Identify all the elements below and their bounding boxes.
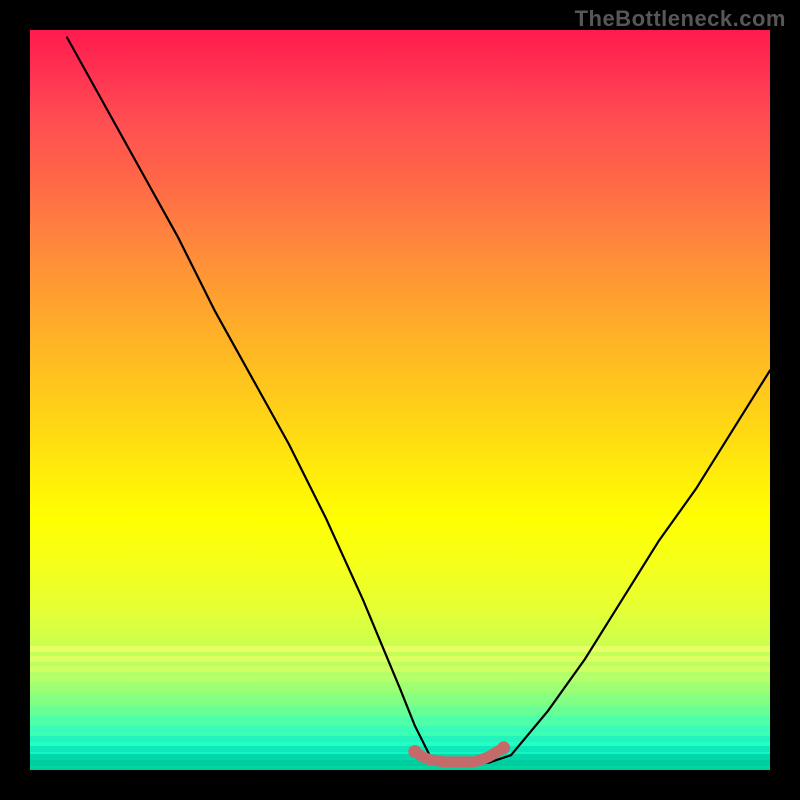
watermark-text: TheBottleneck.com bbox=[575, 6, 786, 32]
optimal-band-path bbox=[415, 748, 504, 762]
plot-area bbox=[30, 30, 770, 770]
bottleneck-curve-path bbox=[67, 37, 770, 762]
curve-svg bbox=[30, 30, 770, 770]
optimal-band-end-dot bbox=[497, 741, 510, 754]
chart-stage: TheBottleneck.com bbox=[0, 0, 800, 800]
optimal-band-start-dot bbox=[408, 745, 421, 758]
gradient-scanlines bbox=[30, 30, 770, 770]
